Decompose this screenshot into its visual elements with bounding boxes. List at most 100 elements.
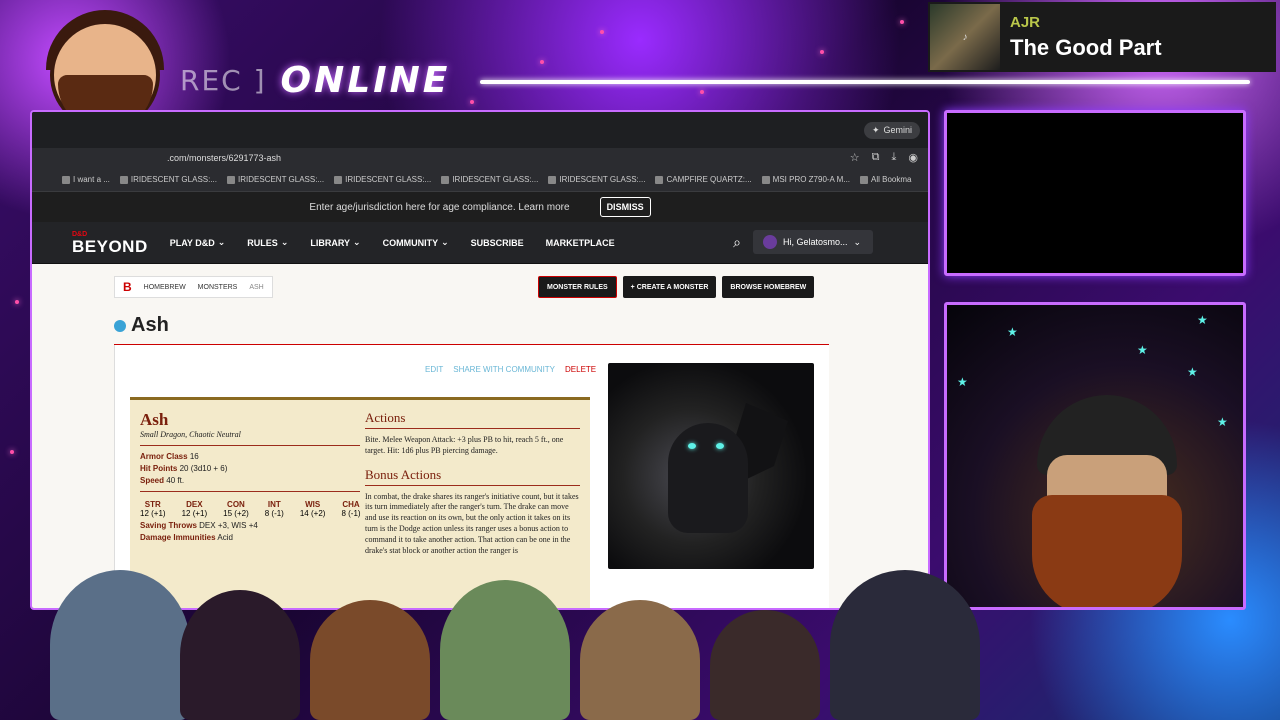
prop-label: Hit Points bbox=[140, 464, 178, 473]
star-icon: ★ bbox=[1187, 365, 1198, 379]
ability-label: STR bbox=[144, 500, 161, 509]
browse-homebrew-button[interactable]: BROWSE HOMEBREW bbox=[722, 276, 815, 298]
bookmarks-bar: I want a ... IRIDESCENT GLASS:... IRIDES… bbox=[32, 168, 928, 192]
nav-label: PLAY D&D bbox=[169, 237, 215, 248]
ability-value: 12 (+1) bbox=[181, 509, 208, 518]
page-actions: MONSTER RULES + CREATE A MONSTER BROWSE … bbox=[538, 276, 815, 298]
gemini-label: Gemini bbox=[883, 125, 912, 135]
monster-rules-button[interactable]: MONSTER RULES bbox=[538, 276, 617, 298]
nav-label: LIBRARY bbox=[310, 237, 351, 248]
bookmark-item[interactable]: IRIDESCENT GLASS:... bbox=[119, 175, 218, 184]
sparkle bbox=[820, 50, 824, 54]
nav-label: RULES bbox=[247, 237, 278, 248]
bookmark-item[interactable]: IRIDESCENT GLASS:... bbox=[334, 175, 431, 184]
create-monster-button[interactable]: + CREATE A MONSTER bbox=[622, 276, 717, 298]
star-icon: ★ bbox=[1197, 313, 1208, 327]
ability-con: CON 15 (+2) bbox=[223, 500, 249, 518]
prop-label: Damage Immunities bbox=[140, 533, 216, 542]
bookmark-icon bbox=[227, 175, 236, 184]
address-bar[interactable]: .com/monsters/6291773-ash ☆ ⧉ ⤓ ◉ bbox=[32, 148, 928, 168]
nav-label: MARKETPLACE bbox=[545, 237, 615, 248]
bonus-action-text: In combat, the drake shares its ranger's… bbox=[365, 491, 579, 555]
dragon-eye bbox=[716, 443, 724, 449]
mascot-ranger bbox=[310, 600, 430, 720]
star-icon[interactable]: ☆ bbox=[850, 151, 860, 164]
nav-marketplace[interactable]: MARKETPLACE bbox=[546, 238, 615, 248]
bookmark-icon bbox=[655, 175, 664, 184]
dragon-eye bbox=[688, 443, 696, 449]
bookmark-icon bbox=[441, 175, 450, 184]
dismiss-button[interactable]: DISMISS bbox=[599, 197, 651, 217]
bookmark-item[interactable]: IRIDESCENT GLASS:... bbox=[441, 175, 538, 184]
title-divider bbox=[480, 80, 1250, 84]
bookmark-icon bbox=[548, 175, 557, 184]
gemini-button[interactable]: ✦ Gemini bbox=[863, 121, 920, 139]
ddb-nav: D&D BEYOND PLAY D&D ⌄ RULES ⌄ LIBRARY ⌄ COMM… bbox=[32, 222, 928, 264]
now-playing-widget: ♪ AJR The Good Part bbox=[928, 2, 1276, 72]
nav-subscribe[interactable]: SUBSCRIBE bbox=[471, 238, 524, 248]
download-icon[interactable]: ⤓ bbox=[892, 151, 897, 164]
mascot-imp bbox=[710, 610, 820, 720]
bookmark-item[interactable]: IRIDESCENT GLASS:... bbox=[548, 175, 645, 184]
prop-value: DEX +3, WIS +4 bbox=[199, 521, 258, 530]
divider bbox=[140, 491, 360, 492]
nav-play-dnd[interactable]: PLAY D&D ⌄ bbox=[170, 237, 226, 248]
extensions-icon[interactable]: ⧉ bbox=[872, 151, 880, 164]
bookmark-item[interactable]: CAMPFIRE QUARTZ:... bbox=[655, 175, 752, 184]
share-link[interactable]: SHARE WITH COMMUNITY bbox=[453, 365, 555, 374]
ability-str: STR 12 (+1) bbox=[140, 500, 166, 518]
star-icon: ★ bbox=[1137, 343, 1148, 357]
ability-value: 8 (-1) bbox=[341, 509, 361, 518]
user-menu[interactable]: Hi, Gelatosmo... ⌄ bbox=[753, 230, 873, 254]
edit-links: EDIT SHARE WITH COMMUNITY DELETE bbox=[425, 365, 596, 374]
nav-community[interactable]: COMMUNITY ⌄ bbox=[383, 237, 449, 248]
folder-icon bbox=[860, 175, 869, 184]
chevron-down-icon: ⌄ bbox=[441, 237, 449, 247]
bookmark-item[interactable]: IRIDESCENT GLASS:... bbox=[227, 175, 324, 184]
camera-top-frame bbox=[944, 110, 1246, 276]
ability-value: 14 (+2) bbox=[299, 509, 326, 518]
ability-cha: CHA 8 (-1) bbox=[341, 500, 360, 518]
ability-label: WIS bbox=[305, 500, 321, 509]
bookmark-label: MSI PRO Z790-A M... bbox=[772, 175, 851, 184]
np-artist: AJR bbox=[1010, 13, 1041, 31]
ability-value: 8 (-1) bbox=[264, 509, 284, 518]
sparkle bbox=[900, 20, 904, 24]
bookmark-label: IRIDESCENT GLASS:... bbox=[130, 175, 218, 184]
chevron-down-icon: ⌄ bbox=[217, 237, 226, 247]
bookmark-item[interactable]: MSI PRO Z790-A M... bbox=[761, 175, 851, 184]
bookmark-label: IRIDESCENT GLASS:... bbox=[452, 175, 539, 184]
ddb-logo[interactable]: D&D BEYOND bbox=[72, 231, 148, 255]
bookmark-label: All Bookma bbox=[871, 175, 912, 184]
nav-rules[interactable]: RULES ⌄ bbox=[247, 237, 288, 248]
breadcrumb-ash: ASH bbox=[249, 283, 264, 291]
breadcrumb-homebrew[interactable]: HOMEBREW bbox=[144, 284, 186, 291]
mascot-elf-dark bbox=[180, 590, 300, 720]
gemini-icon: ✦ bbox=[871, 124, 880, 135]
bookmark-item[interactable]: I want a ... bbox=[62, 175, 110, 184]
sparkle bbox=[700, 90, 704, 94]
page-title-text: Ash bbox=[131, 314, 169, 336]
breadcrumb-logo[interactable]: B bbox=[123, 280, 132, 294]
url-text: .com/monsters/6291773-ash bbox=[167, 153, 282, 163]
bookmark-label: CAMPFIRE QUARTZ:... bbox=[666, 175, 752, 184]
profile-icon[interactable]: ◉ bbox=[908, 151, 918, 164]
bite-action: Bite. Melee Weapon Attack: +3 plus PB to… bbox=[365, 435, 564, 455]
edit-link[interactable]: EDIT bbox=[425, 365, 443, 374]
bonus-actions-heading: Bonus Actions bbox=[365, 467, 580, 486]
age-text[interactable]: Enter age/jurisdiction here for age comp… bbox=[309, 202, 569, 213]
homebrew-icon bbox=[114, 319, 126, 332]
nav-label: SUBSCRIBE bbox=[470, 237, 524, 248]
actions-column: Actions Bite. Melee Weapon Attack: +3 pl… bbox=[365, 410, 580, 566]
page-title: Ash bbox=[114, 314, 169, 337]
prop-value: 16 bbox=[189, 452, 199, 461]
all-bookmarks[interactable]: All Bookma bbox=[860, 175, 911, 184]
sparkle bbox=[10, 450, 14, 454]
breadcrumb-monsters[interactable]: MONSTERS bbox=[198, 284, 238, 291]
ability-label: DEX bbox=[186, 500, 203, 509]
search-icon[interactable]: ⌕ bbox=[733, 234, 741, 251]
delete-link[interactable]: DELETE bbox=[565, 365, 596, 374]
online-label: ONLINE bbox=[280, 60, 451, 101]
np-song: The Good Part bbox=[1010, 34, 1162, 60]
nav-library[interactable]: LIBRARY ⌄ bbox=[310, 237, 360, 248]
